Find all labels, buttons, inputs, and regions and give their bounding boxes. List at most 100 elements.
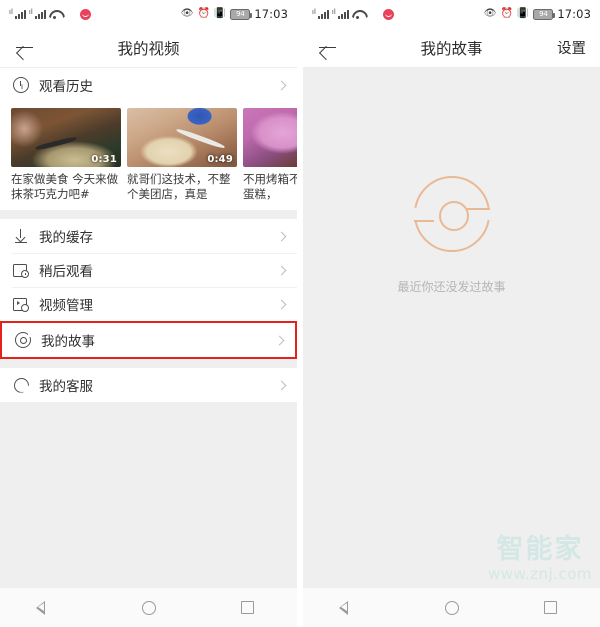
menu-item-customer-service[interactable]: 我的客服 xyxy=(0,368,297,402)
video-title: 就哥们这技术，不整个美团店，真是 xyxy=(127,172,231,201)
video-thumbnail[interactable]: 0:49 xyxy=(127,108,237,167)
menu-item-label: 稍后观看 xyxy=(39,264,93,280)
page-title: 我的视频 xyxy=(117,39,180,58)
menu-item-label: 我的客服 xyxy=(39,379,93,395)
settings-button[interactable]: 设置 xyxy=(557,37,586,58)
video-card[interactable]: 0:31 在家做美食 今天来做抹茶巧克力吧# xyxy=(11,108,121,202)
dual-screenshot-container: ıl ıl 👁 ⏰ 📳 94 17:03 我的视频 观看历史 0:31 在家做美… xyxy=(0,0,600,627)
video-title: 不用烤箱不用的酸奶蛋糕， xyxy=(243,172,297,201)
battery-level: 94 xyxy=(539,9,548,18)
nav-back-icon xyxy=(36,600,54,615)
nav-recents-icon xyxy=(544,601,557,614)
status-bar-left-icons: ıl ıl xyxy=(312,7,394,20)
right-header: 我的故事 设置 xyxy=(303,28,600,68)
alarm-icon: ⏰ xyxy=(197,8,210,19)
battery-indicator: 94 xyxy=(533,8,556,20)
chevron-right-icon xyxy=(276,265,287,275)
story-icon xyxy=(14,331,32,349)
nav-home-icon xyxy=(444,600,459,615)
video-duration: 0:49 xyxy=(207,154,233,165)
nav-home-icon xyxy=(141,600,156,615)
status-bar-clock: 17:03 xyxy=(557,7,591,21)
video-thumbnail[interactable]: 0:31 xyxy=(11,108,121,167)
battery-indicator: 94 xyxy=(230,8,253,20)
eye-icon: 👁 xyxy=(483,8,497,19)
nav-back-icon xyxy=(339,600,357,615)
nav-back-button[interactable] xyxy=(28,593,72,623)
status-bar-right-icons: 👁 ⏰ 📳 94 17:03 xyxy=(484,7,591,21)
eye-icon: 👁 xyxy=(180,8,194,19)
status-bar-right: ıl ıl 👁 ⏰ 📳 94 17:03 xyxy=(303,0,600,28)
app-notification-icon xyxy=(382,8,394,20)
empty-state: 最近你还没发过故事 xyxy=(303,68,600,587)
video-duration: 0:31 xyxy=(91,154,117,165)
nav-home-button[interactable] xyxy=(127,593,171,623)
alarm-icon: ⏰ xyxy=(500,8,513,19)
chevron-right-icon xyxy=(274,335,285,345)
signal-bars-icon-2 xyxy=(34,9,46,19)
menu-item-label: 我的故事 xyxy=(41,334,95,350)
status-bar-right-icons: 👁 ⏰ 📳 94 17:03 xyxy=(181,7,288,21)
signal-dots-1: ıl xyxy=(312,7,316,16)
watch-history-label: 观看历史 xyxy=(39,79,93,95)
signal-bars-icon-1 xyxy=(14,9,26,19)
back-arrow-icon[interactable] xyxy=(14,37,36,59)
video-thumbnail-strip[interactable]: 0:31 在家做美食 今天来做抹茶巧克力吧# 0:49 就哥们这技术，不整个美团… xyxy=(0,102,297,210)
vibrate-icon: 📳 xyxy=(516,8,530,19)
wifi-icon xyxy=(49,9,61,19)
nav-back-button[interactable] xyxy=(331,593,375,623)
video-title: 在家做美食 今天来做抹茶巧克力吧# xyxy=(11,172,119,201)
menu-item-video-management[interactable]: 视频管理 xyxy=(0,287,297,321)
signal-bars-icon-1 xyxy=(317,9,329,19)
android-nav-bar-right xyxy=(303,587,600,627)
nav-home-button[interactable] xyxy=(430,593,474,623)
left-content: 观看历史 0:31 在家做美食 今天来做抹茶巧克力吧# 0:49 就哥们这技术，… xyxy=(0,68,297,587)
left-phone-screen: ıl ıl 👁 ⏰ 📳 94 17:03 我的视频 观看历史 0:31 在家做美… xyxy=(0,0,297,627)
signal-dots-1: ıl xyxy=(9,7,13,16)
clock-icon xyxy=(12,76,30,94)
left-header: 我的视频 xyxy=(0,28,297,68)
empty-state-message: 最近你还没发过故事 xyxy=(397,280,506,294)
chevron-right-icon xyxy=(276,380,287,390)
menu-card-primary: 我的缓存 稍后观看 视频管理 我的故事 xyxy=(0,219,297,359)
section-divider xyxy=(0,359,297,368)
right-phone-screen: ıl ıl 👁 ⏰ 📳 94 17:03 我的故事 设置 最近你还没发过故事 智… xyxy=(303,0,600,627)
status-bar-clock: 17:03 xyxy=(254,7,288,21)
download-icon xyxy=(12,227,30,245)
menu-item-label: 我的缓存 xyxy=(39,230,93,246)
menu-item-my-cache[interactable]: 我的缓存 xyxy=(0,219,297,253)
android-nav-bar-left xyxy=(0,587,297,627)
signal-dots-2: ıl xyxy=(28,7,33,16)
section-divider xyxy=(0,210,297,219)
story-logo-icon xyxy=(413,176,490,252)
menu-item-my-story[interactable]: 我的故事 xyxy=(0,321,297,359)
nav-recents-button[interactable] xyxy=(226,593,270,623)
chevron-right-icon xyxy=(276,80,287,90)
status-bar-left-icons: ıl ıl xyxy=(9,7,91,20)
app-notification-icon xyxy=(79,8,91,20)
page-title: 我的故事 xyxy=(420,39,483,58)
history-card: 观看历史 0:31 在家做美食 今天来做抹茶巧克力吧# 0:49 就哥们这技术，… xyxy=(0,68,297,210)
chevron-right-icon xyxy=(276,299,287,309)
vibrate-icon: 📳 xyxy=(213,8,227,19)
nav-recents-button[interactable] xyxy=(529,593,573,623)
video-card[interactable]: 0:49 就哥们这技术，不整个美团店，真是 xyxy=(127,108,237,202)
menu-item-watch-later[interactable]: 稍后观看 xyxy=(0,253,297,287)
watch-later-icon xyxy=(12,261,30,279)
back-arrow-icon[interactable] xyxy=(317,37,339,59)
signal-dots-2: ıl xyxy=(331,7,336,16)
signal-bars-icon-2 xyxy=(337,9,349,19)
wifi-icon xyxy=(352,9,364,19)
nav-recents-icon xyxy=(241,601,254,614)
status-bar-left: ıl ıl 👁 ⏰ 📳 94 17:03 xyxy=(0,0,297,28)
watch-history-row[interactable]: 观看历史 xyxy=(0,68,297,102)
video-thumbnail[interactable] xyxy=(243,108,297,167)
menu-card-secondary: 我的客服 xyxy=(0,368,297,402)
menu-item-label: 视频管理 xyxy=(39,298,93,314)
section-divider xyxy=(0,402,297,411)
video-manage-icon xyxy=(12,295,30,313)
chevron-right-icon xyxy=(276,231,287,241)
battery-level: 94 xyxy=(236,9,245,18)
video-card[interactable]: 不用烤箱不用的酸奶蛋糕， xyxy=(243,108,297,202)
headset-icon xyxy=(12,376,30,394)
